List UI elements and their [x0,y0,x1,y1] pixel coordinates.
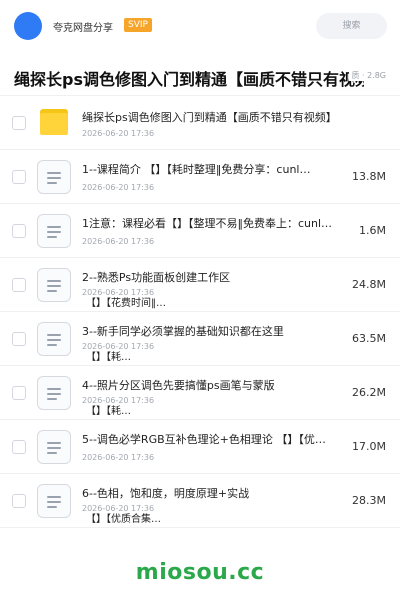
list-item[interactable]: 1注意：课程必看【】【整理不易‖免费奉上：cunl… 2026-06-20 17… [0,204,400,258]
row-checkbox[interactable] [12,332,26,346]
list-item[interactable]: 6--色相，饱和度，明度原理+实战 2026-06-20 17:36 【】【优质… [0,474,400,528]
row-checkbox[interactable] [12,440,26,454]
page-title: 绳探长ps调色修图入门到精通【画质不错只有视频】 [14,70,364,89]
list-item[interactable]: 1--课程简介 【】【耗时整理‖免费分享：cunl… 2026-06-20 17… [0,150,400,204]
item-size: 26.2M [352,386,386,399]
folder-icon [40,109,68,135]
svip-badge: SVIP [124,18,152,32]
avatar[interactable] [14,12,42,40]
item-name: 5--调色必学RGB互补色理论+色相理论 【】【优… [82,433,326,446]
row-checkbox[interactable] [12,386,26,400]
item-name: 3--新手同学必须掌握的基础知识都在这里 [82,325,284,338]
folder-title-bar: 绳探长ps调色修图入门到精通【画质不错只有视频】 质 · 2.8G [0,52,400,96]
item-size: 28.3M [352,494,386,507]
video-file-icon [37,322,71,356]
video-file-icon [37,430,71,464]
item-date: 2026-06-20 17:36 [82,129,155,138]
video-file-icon [37,376,71,410]
row-checkbox[interactable] [12,224,26,238]
top-header: 夸克网盘分享 SVIP 搜索 [0,0,400,52]
search-input[interactable]: 搜索 [316,13,387,39]
list-item[interactable]: 绳探长ps调色修图入门到精通【画质不错只有视频】 2026-06-20 17:3… [0,96,400,150]
row-checkbox[interactable] [12,116,26,130]
row-checkbox[interactable] [12,170,26,184]
item-name-overflow: 【】【优质合集… [86,514,161,525]
item-size: 13.8M [352,170,386,183]
video-file-icon [37,160,71,194]
item-name: 2--熟悉Ps功能面板创建工作区 [82,271,231,284]
search-placeholder: 搜索 [342,21,361,31]
item-size: 1.6M [359,224,386,237]
item-date: 2026-06-20 17:36 [82,237,155,246]
list-item[interactable]: 4--照片分区调色先要搞懂ps画笔与蒙版 2026-06-20 17:36 【】… [0,366,400,420]
watermark: miosou.cc [135,560,265,585]
item-name-overflow: 【】【花费时间‖… [86,298,166,309]
item-size: 24.8M [352,278,386,291]
username: 夸克网盘分享 [53,23,113,34]
item-name: 4--照片分区调色先要搞懂ps画笔与蒙版 [82,379,275,392]
list-item[interactable]: 2--熟悉Ps功能面板创建工作区 2026-06-20 17:36 【】【花费时… [0,258,400,312]
item-name: 1--课程简介 【】【耗时整理‖免费分享：cunl… [82,163,311,176]
item-date: 2026-06-20 17:36 [82,453,155,462]
item-name-overflow: 【】【耗… [86,406,131,417]
row-checkbox[interactable] [12,278,26,292]
item-name: 6--色相，饱和度，明度原理+实战 [82,487,250,500]
folder-meta: 质 · 2.8G [349,70,386,81]
video-file-icon [37,268,71,302]
video-file-icon [37,484,71,518]
item-name: 1注意：课程必看【】【整理不易‖免费奉上：cunl… [82,217,333,230]
video-file-icon [37,214,71,248]
file-list: 绳探长ps调色修图入门到精通【画质不错只有视频】 2026-06-20 17:3… [0,96,400,528]
item-size: 63.5M [352,332,386,345]
item-name-overflow: 【】【耗… [86,352,131,363]
item-name: 绳探长ps调色修图入门到精通【画质不错只有视频】 [82,111,337,124]
item-date: 2026-06-20 17:36 [82,183,155,192]
list-item[interactable]: 5--调色必学RGB互补色理论+色相理论 【】【优… 2026-06-20 17… [0,420,400,474]
row-checkbox[interactable] [12,494,26,508]
list-item[interactable]: 3--新手同学必须掌握的基础知识都在这里 2026-06-20 17:36 【】… [0,312,400,366]
item-size: 17.0M [352,440,386,453]
